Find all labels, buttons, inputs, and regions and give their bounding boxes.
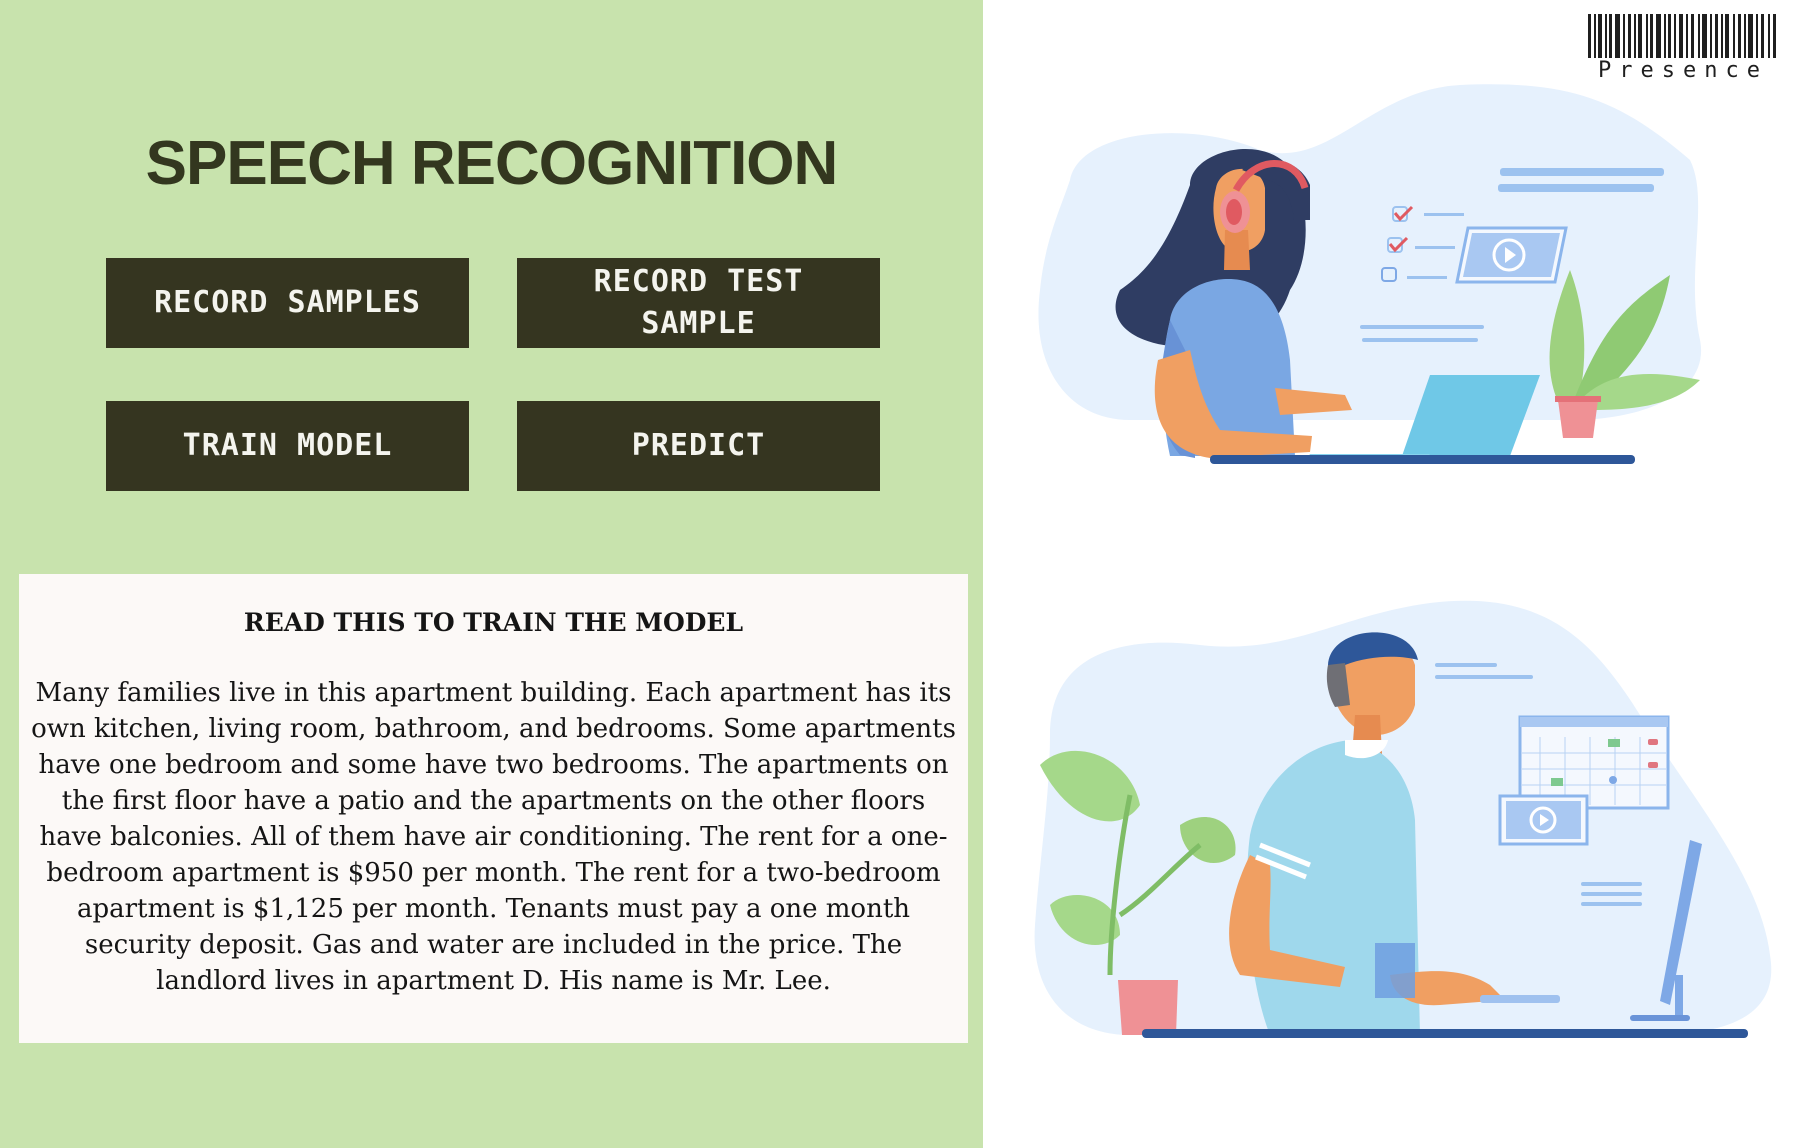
woman-with-headphones-laptop-illustration (1038, 84, 1702, 464)
train-model-button[interactable]: TRAIN MODEL (106, 401, 469, 491)
man-at-computer-illustration (1034, 600, 1772, 1038)
video-player-icon (1455, 226, 1568, 284)
training-passage-card: READ THIS TO TRAIN THE MODEL Many famili… (19, 574, 968, 1043)
video-player-icon (1498, 794, 1589, 846)
page-title: SPEECH RECOGNITION (145, 129, 839, 198)
predict-button[interactable]: PREDICT (517, 401, 880, 491)
calendar-icon (1518, 715, 1670, 810)
record-test-sample-button[interactable]: RECORD TEST SAMPLE (517, 258, 880, 348)
passage-text: Many families live in this apartment bui… (31, 678, 956, 996)
record-samples-button[interactable]: RECORD SAMPLES (106, 258, 469, 348)
passage-heading: READ THIS TO TRAIN THE MODEL (243, 608, 744, 637)
control-panel: SPEECH RECOGNITION RECORD SAMPLES RECORD… (0, 0, 983, 1148)
barcode-icon (1588, 14, 1776, 58)
